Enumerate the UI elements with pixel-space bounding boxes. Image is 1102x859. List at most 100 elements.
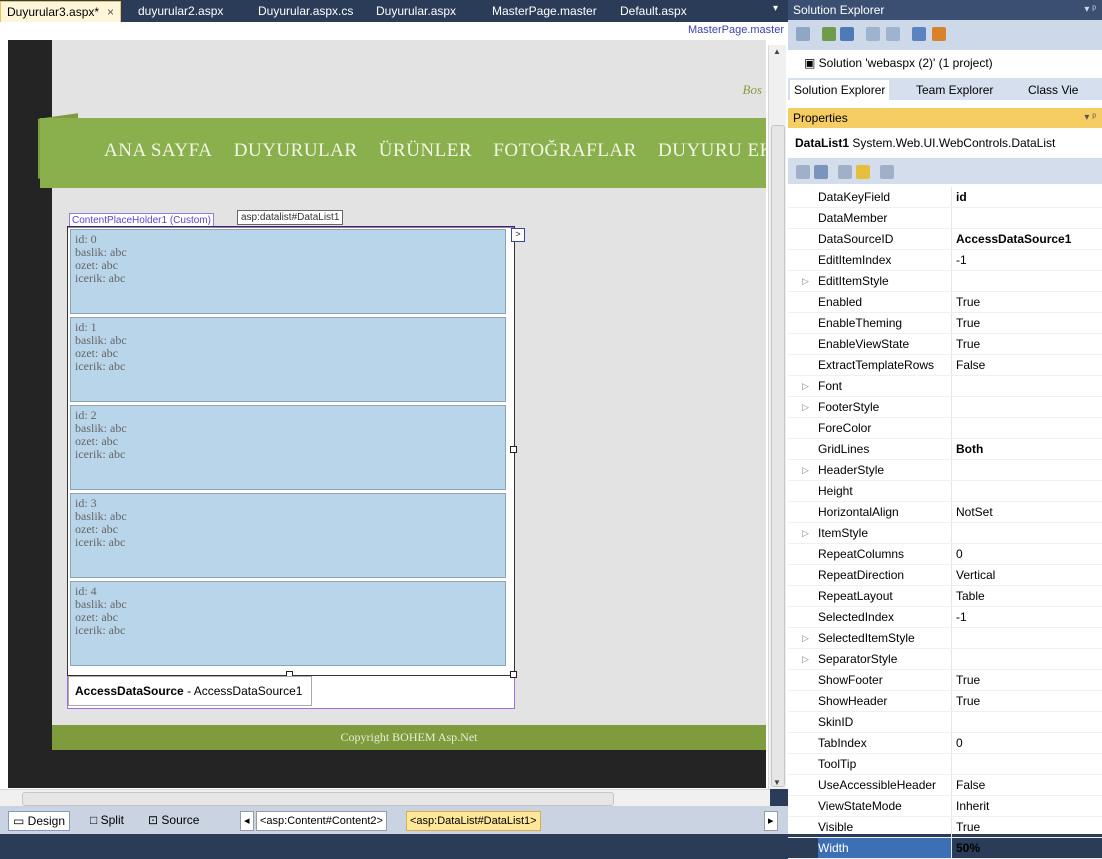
property-value[interactable]: True [956, 313, 980, 333]
expand-icon[interactable]: ▷ [802, 271, 809, 291]
property-value[interactable]: True [956, 334, 980, 354]
copy-web-icon[interactable] [932, 27, 946, 41]
breadcrumb-content2[interactable]: <asp:Content#Content2> [256, 811, 387, 831]
property-value[interactable]: True [956, 670, 980, 690]
property-row[interactable]: ViewStateMode Inherit [788, 796, 1102, 817]
view-designer-icon[interactable] [886, 27, 900, 41]
datalist-item[interactable]: id: 0 baslik: abc ozet: abc icerik: abc [70, 229, 506, 314]
properties-view-icon[interactable] [838, 165, 852, 179]
nav-item-duyurular[interactable]: DUYURULAR [234, 140, 358, 161]
events-icon[interactable] [856, 165, 870, 179]
property-row[interactable]: HorizontalAlign NotSet [788, 502, 1102, 523]
property-value[interactable]: 50% [956, 838, 980, 858]
close-icon[interactable]: × [107, 5, 114, 19]
solution-node[interactable]: ▣ Solution 'webaspx (2)' (1 project) [804, 56, 993, 70]
tab-duyurular-cs[interactable]: Duyurular.aspx.cs [252, 2, 359, 21]
scroll-thumb[interactable] [771, 125, 785, 787]
property-row[interactable]: SelectedIndex -1 [788, 607, 1102, 628]
nav-item-duyuru-ekle[interactable]: DUYURU EKL [658, 140, 766, 161]
property-row[interactable]: SkinID [788, 712, 1102, 733]
property-row[interactable]: ▷ ItemStyle [788, 523, 1102, 544]
pin-icon[interactable]: ▾ ᵖ [1084, 0, 1096, 20]
property-row[interactable]: RepeatDirection Vertical [788, 565, 1102, 586]
object-selector[interactable]: DataList1 System.Web.UI.WebControls.Data… [795, 136, 1055, 150]
tab-duyurular2[interactable]: duyurular2.aspx [132, 2, 229, 21]
property-value[interactable]: True [956, 817, 980, 837]
tab-default[interactable]: Default.aspx [614, 2, 693, 21]
tab-masterpage[interactable]: MasterPage.master [486, 2, 603, 21]
property-row[interactable]: DataSourceID AccessDataSource1 [788, 229, 1102, 250]
vertical-scrollbar[interactable]: ▲ ▼ [768, 45, 786, 789]
breadcrumb-back-icon[interactable]: ◂ [240, 811, 254, 831]
property-value[interactable]: Both [956, 439, 983, 459]
nest-files-icon[interactable] [912, 27, 926, 41]
expand-icon[interactable]: ▷ [802, 397, 809, 417]
tab-team-explorer[interactable]: Team Explorer [912, 80, 997, 100]
property-value[interactable]: Vertical [956, 565, 995, 585]
datalist-item[interactable]: id: 4 baslik: abc ozet: abc icerik: abc [70, 581, 506, 666]
resize-handle[interactable] [510, 446, 517, 453]
property-value[interactable]: False [956, 775, 985, 795]
property-row[interactable]: UseAccessibleHeader False [788, 775, 1102, 796]
property-value[interactable]: -1 [956, 250, 967, 270]
expand-icon[interactable]: ▷ [802, 523, 809, 543]
datalist-item[interactable]: id: 2 baslik: abc ozet: abc icerik: abc [70, 405, 506, 490]
property-value[interactable]: True [956, 292, 980, 312]
property-value[interactable]: Table [956, 586, 985, 606]
nav-item-urunler[interactable]: ÜRÜNLER [379, 140, 472, 161]
property-value[interactable]: True [956, 691, 980, 711]
categorized-icon[interactable] [796, 165, 810, 179]
property-value[interactable]: 0 [956, 733, 963, 753]
property-pages-icon[interactable] [880, 165, 894, 179]
expand-icon[interactable]: ▷ [802, 649, 809, 669]
property-value[interactable]: 0 [956, 544, 963, 564]
property-row[interactable]: Height [788, 481, 1102, 502]
source-view-button[interactable]: ⊡ Source [144, 811, 203, 829]
property-row[interactable]: ▷ EditItemStyle [788, 271, 1102, 292]
property-value[interactable]: Inherit [956, 796, 989, 816]
property-row[interactable]: ExtractTemplateRows False [788, 355, 1102, 376]
show-all-files-icon[interactable] [840, 27, 854, 41]
property-row[interactable]: DataKeyField id [788, 187, 1102, 208]
property-row[interactable]: ▷ FooterStyle [788, 397, 1102, 418]
property-row[interactable]: EnableTheming True [788, 313, 1102, 334]
horizontal-scrollbar[interactable] [0, 789, 770, 807]
breadcrumb-forward-icon[interactable]: ▸ [764, 811, 778, 831]
refresh-icon[interactable] [822, 27, 836, 41]
tab-duyurular[interactable]: Duyurular.aspx [370, 2, 462, 21]
property-row[interactable]: RepeatLayout Table [788, 586, 1102, 607]
property-value[interactable]: id [956, 187, 967, 207]
pin-icon[interactable]: ▾ ᵖ [1084, 108, 1096, 128]
property-value[interactable]: False [956, 355, 985, 375]
access-data-source-control[interactable]: AccessDataSource - AccessDataSource1 [68, 676, 312, 706]
nav-item-ana-sayfa[interactable]: ANA SAYFA [104, 140, 213, 161]
expand-icon[interactable]: ▷ [802, 376, 809, 396]
master-page-label[interactable]: MasterPage.master [688, 24, 784, 36]
property-value[interactable]: -1 [956, 607, 967, 627]
property-row[interactable]: ToolTip [788, 754, 1102, 775]
split-view-button[interactable]: □ Split [86, 811, 128, 829]
datalist-item[interactable]: id: 3 baslik: abc ozet: abc icerik: abc [70, 493, 506, 578]
property-row[interactable]: ▷ Font [788, 376, 1102, 397]
view-code-icon[interactable] [866, 27, 880, 41]
property-row[interactable]: DataMember [788, 208, 1102, 229]
scroll-down-icon[interactable]: ▼ [773, 778, 781, 787]
property-row[interactable]: Enabled True [788, 292, 1102, 313]
smart-tag-icon[interactable]: > [511, 228, 525, 242]
tab-solution-explorer[interactable]: Solution Explorer [790, 80, 890, 100]
property-row[interactable]: GridLines Both [788, 439, 1102, 460]
expand-icon[interactable]: ▷ [802, 460, 809, 480]
datalist-control[interactable]: id: 0 baslik: abc ozet: abc icerik: abc … [67, 226, 515, 676]
scroll-thumb[interactable] [22, 792, 614, 806]
properties-icon[interactable] [796, 27, 810, 41]
datalist-item[interactable]: id: 1 baslik: abc ozet: abc icerik: abc [70, 317, 506, 402]
design-view-button[interactable]: ▭ Design [8, 811, 71, 831]
property-value[interactable]: NotSet [956, 502, 993, 522]
property-row[interactable]: ▷ HeaderStyle [788, 460, 1102, 481]
property-row[interactable]: ForeColor [788, 418, 1102, 439]
property-row[interactable]: Width 50% [788, 838, 1102, 859]
datalist-tag[interactable]: asp:datalist#DataList1 [237, 210, 344, 225]
tab-duyurular3[interactable]: Duyurular3.aspx* × [0, 1, 122, 23]
property-row[interactable]: ShowHeader True [788, 691, 1102, 712]
property-row[interactable]: TabIndex 0 [788, 733, 1102, 754]
